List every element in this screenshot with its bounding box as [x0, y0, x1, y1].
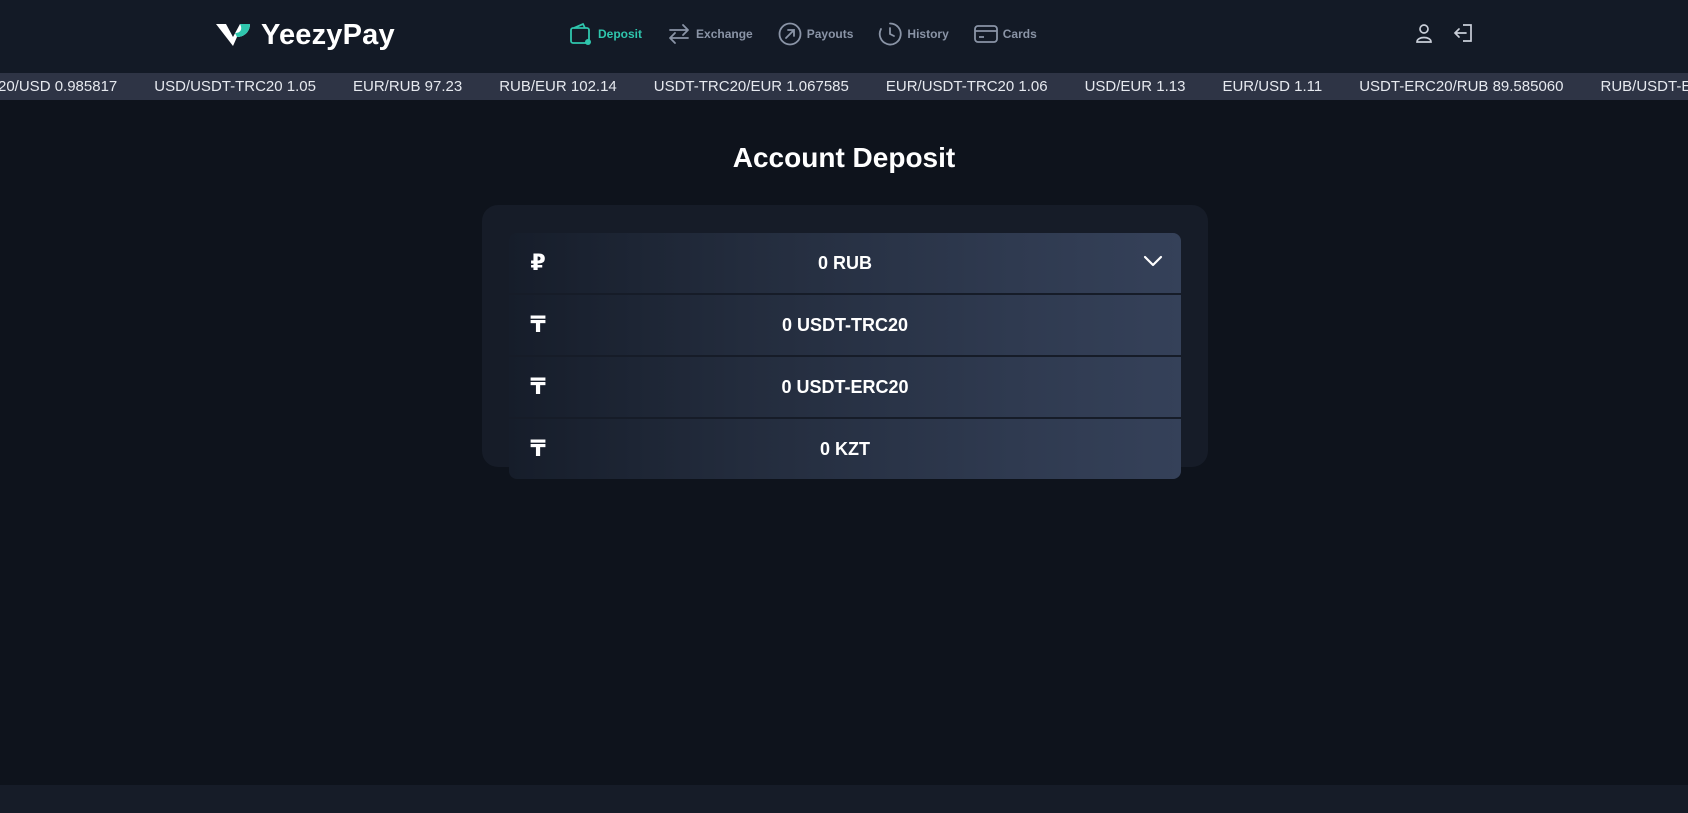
card-icon — [973, 25, 998, 43]
arrow-up-right-circle-icon — [778, 22, 802, 46]
main-nav: Deposit Exchange Payouts History Cards — [568, 19, 1061, 49]
nav-exchange-label: Exchange — [696, 27, 753, 41]
nav-exchange[interactable]: Exchange — [666, 21, 753, 47]
nav-cards-label: Cards — [1002, 27, 1037, 41]
ticker-item: EUR/USDT-TRC20 1.06 — [885, 78, 1048, 95]
balance-list: ₽ 0 RUB ₸ 0 USDT-TRC20 ₸ 0 USDT-ERC20 ₸ … — [509, 233, 1181, 479]
top-header: YeezyPay Deposit Exchange Payouts Histor… — [0, 0, 1688, 73]
balance-row-usdt-trc20[interactable]: ₸ 0 USDT-TRC20 — [509, 295, 1181, 355]
balance-label: 0 RUB — [817, 252, 872, 273]
page-title: Account Deposit — [732, 142, 956, 173]
ticker-item: USD/EUR 1.13 — [1084, 78, 1186, 95]
balance-label: 0 USDT-TRC20 — [781, 314, 909, 335]
nav-history-label: History — [907, 27, 949, 41]
header-actions — [1414, 22, 1474, 49]
page-footer — [0, 785, 1688, 813]
ticker-item: USDT-TRC20/EUR 1.067585 — [653, 78, 849, 95]
logout-icon — [1453, 24, 1472, 42]
yeezypay-logo-icon — [216, 24, 250, 46]
ticker-item: 20/USD 0.985817 — [0, 78, 118, 95]
logout-button[interactable] — [1452, 22, 1474, 49]
nav-deposit[interactable]: Deposit — [568, 21, 642, 47]
nav-payouts[interactable]: Payouts — [777, 21, 854, 47]
balance-label: 0 KZT — [819, 438, 870, 459]
balance-row-rub[interactable]: ₽ 0 RUB — [509, 233, 1181, 293]
ticker-item: EUR/USD 1.11 — [1222, 78, 1323, 95]
balance-label: 0 USDT-ERC20 — [781, 376, 909, 397]
nav-payouts-label: Payouts — [806, 27, 854, 41]
nav-history[interactable]: History — [877, 21, 949, 47]
rates-ticker: 20/USD 0.985817 USD/USDT-TRC20 1.05 EUR/… — [0, 73, 1688, 100]
balance-row-usdt-erc20[interactable]: ₸ 0 USDT-ERC20 — [509, 357, 1181, 417]
ticker-item: USD/USDT-TRC20 1.05 — [154, 78, 316, 95]
user-profile-button[interactable] — [1414, 22, 1434, 49]
wallet-icon — [570, 22, 591, 45]
ticker-track: 20/USD 0.985817 USD/USDT-TRC20 1.05 EUR/… — [0, 73, 1688, 100]
brand-logo[interactable]: YeezyPay — [214, 18, 395, 52]
clock-history-icon — [879, 22, 902, 46]
ticker-item: RUB/EUR 102.14 — [499, 78, 617, 95]
nav-cards[interactable]: Cards — [973, 21, 1037, 47]
ticker-item: USDT-ERC20/RUB 89.585060 — [1359, 78, 1564, 95]
ticker-item: RUB/USDT-ERC20 91.7 — [1600, 78, 1688, 95]
chevron-down-icon[interactable] — [1143, 254, 1163, 268]
ticker-item: EUR/RUB 97.23 — [352, 78, 463, 95]
brand-name: YeezyPay — [261, 18, 395, 51]
exchange-arrows-icon — [669, 24, 689, 44]
user-icon — [1416, 24, 1432, 43]
balance-row-kzt[interactable]: ₸ 0 KZT — [509, 419, 1181, 479]
nav-deposit-label: Deposit — [598, 27, 643, 41]
